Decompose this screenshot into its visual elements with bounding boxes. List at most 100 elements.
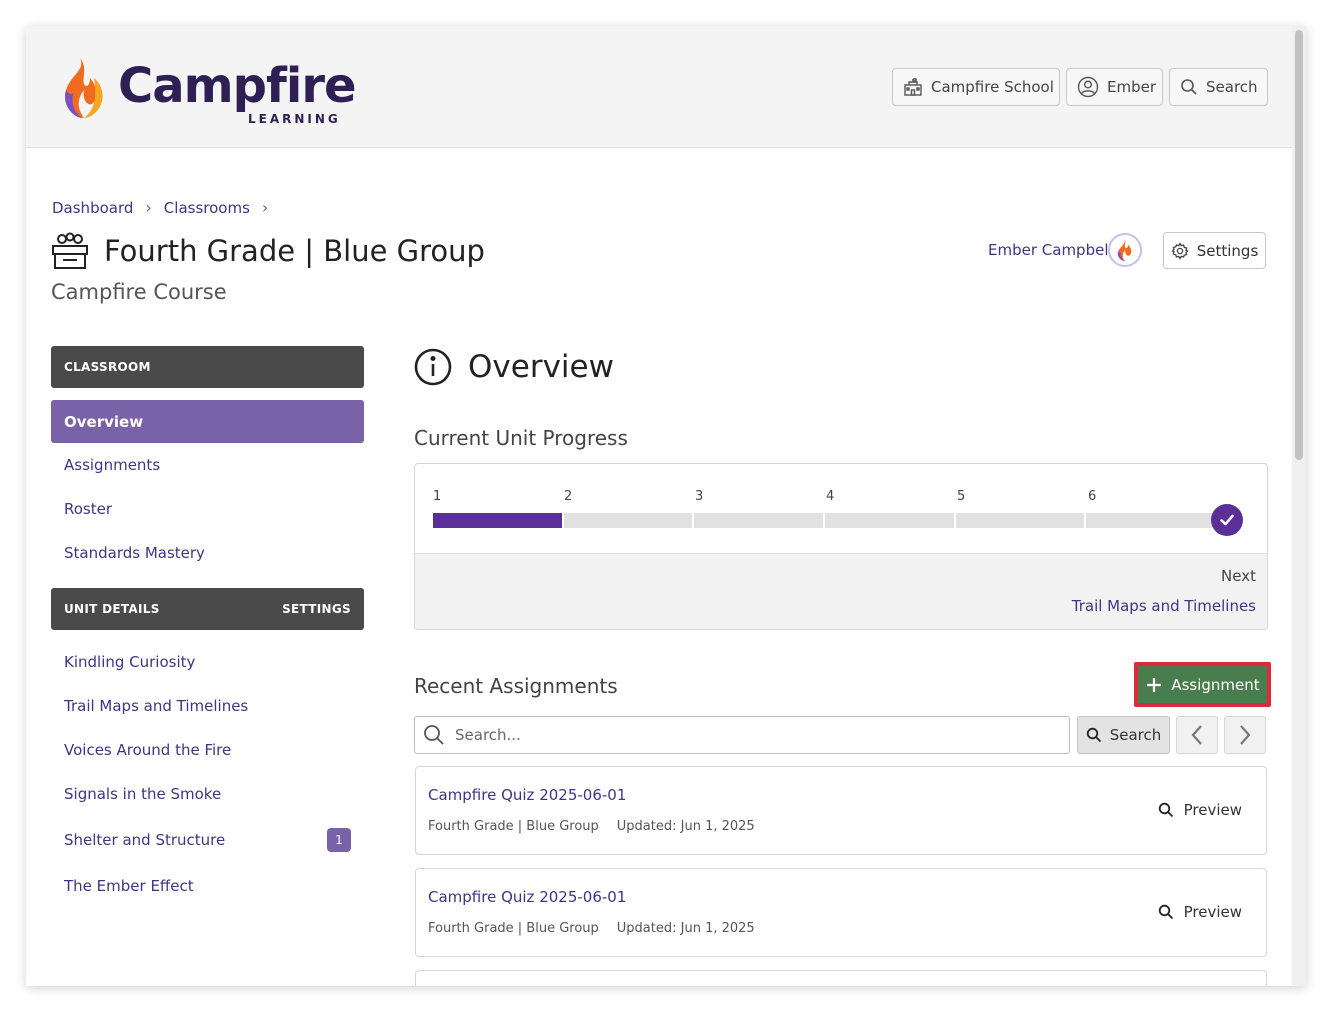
classroom-icon bbox=[52, 232, 88, 269]
assignment-meta: Fourth Grade | Blue Group Updated: Jun 1… bbox=[428, 819, 755, 834]
sidebar-item-assignments[interactable]: Assignments bbox=[51, 443, 364, 487]
search-icon bbox=[1158, 802, 1173, 818]
user-menu-label: Ember bbox=[1107, 78, 1157, 96]
chevron-right-icon: › bbox=[145, 198, 152, 217]
unit-label: Trail Maps and Timelines bbox=[64, 697, 249, 715]
school-button-label: Campfire School bbox=[931, 78, 1054, 96]
sidebar-item-roster[interactable]: Roster bbox=[51, 487, 364, 531]
progress-step: 1 bbox=[433, 489, 442, 504]
app-window: Campfire LEARNING Campfire School Ember … bbox=[26, 26, 1306, 986]
preview-label: Preview bbox=[1183, 903, 1242, 921]
unit-settings-link[interactable]: SETTINGS bbox=[282, 602, 351, 616]
recent-assignments-heading: Recent Assignments bbox=[414, 674, 618, 698]
progress-segment bbox=[563, 513, 693, 528]
chevron-right-icon: › bbox=[261, 198, 269, 217]
progress-segment bbox=[694, 513, 824, 528]
sidebar-classroom-title: CLASSROOM bbox=[64, 360, 151, 374]
header-search-button[interactable]: Search bbox=[1169, 68, 1268, 106]
progress-step: 4 bbox=[826, 489, 835, 504]
page-header: Fourth Grade | Blue Group bbox=[50, 232, 485, 270]
sidebar-unit-item[interactable]: Trail Maps and Timelines bbox=[51, 684, 364, 728]
settings-button[interactable]: Settings bbox=[1163, 232, 1266, 269]
assignment-title[interactable]: Campfire Quiz 2025-06-01 bbox=[428, 888, 626, 906]
user-circle-icon bbox=[1077, 76, 1099, 98]
progress-step: 6 bbox=[1088, 489, 1097, 504]
progress-complete-marker bbox=[1211, 504, 1243, 536]
progress-step: 2 bbox=[564, 489, 573, 504]
flame-avatar-icon bbox=[1117, 239, 1132, 261]
unit-label: Shelter and Structure bbox=[64, 831, 226, 849]
progress-segment bbox=[825, 513, 954, 528]
preview-button[interactable]: Preview bbox=[1158, 903, 1242, 921]
settings-label: Settings bbox=[1196, 241, 1259, 260]
search-icon bbox=[424, 725, 444, 745]
assignment-title[interactable]: Campfire Quiz 2025-06-01 bbox=[428, 786, 626, 804]
search-input[interactable] bbox=[455, 726, 1035, 744]
search-button-label: Search bbox=[1109, 726, 1162, 744]
search-icon bbox=[1181, 79, 1197, 95]
unit-label: Kindling Curiosity bbox=[64, 653, 196, 671]
overview-header: Overview bbox=[414, 348, 614, 386]
sidebar-unit-title: UNIT DETAILS bbox=[64, 602, 160, 616]
assignment-updated: Updated: Jun 1, 2025 bbox=[616, 819, 755, 834]
sidebar-item-label: Overview bbox=[64, 412, 144, 431]
search-icon bbox=[1086, 727, 1101, 743]
preview-button[interactable]: Preview bbox=[1158, 801, 1242, 819]
progress-step-numbers: 1 2 3 4 5 6 bbox=[433, 489, 1233, 507]
progress-segment bbox=[955, 513, 1085, 528]
logo-subtitle: LEARNING bbox=[248, 112, 341, 126]
gear-icon bbox=[1171, 241, 1189, 260]
sidebar-item-label: Standards Mastery bbox=[64, 544, 205, 562]
sidebar-unit-item[interactable]: Signals in the Smoke bbox=[51, 772, 364, 816]
assignment-search-field[interactable] bbox=[414, 716, 1070, 754]
page-title: Fourth Grade | Blue Group bbox=[104, 234, 485, 268]
sidebar-item-label: Assignments bbox=[64, 456, 161, 474]
teacher-name[interactable]: Ember Campbell bbox=[988, 241, 1113, 259]
assignment-card[interactable]: Campfire Quiz 2025-06-01 Fourth Grade | … bbox=[415, 868, 1267, 957]
breadcrumb: Dashboard › Classrooms › bbox=[52, 198, 268, 217]
chevron-left-icon bbox=[1191, 725, 1202, 745]
add-assignment-button[interactable]: Assignment bbox=[1134, 662, 1271, 707]
unit-progress-card: 1 2 3 4 5 6 Next Trail Maps and Timeline… bbox=[414, 463, 1268, 630]
sidebar-item-label: Roster bbox=[64, 500, 113, 518]
unit-label: The Ember Effect bbox=[64, 877, 194, 895]
sidebar-unit-header: UNIT DETAILS SETTINGS bbox=[51, 588, 364, 630]
progress-segment bbox=[1086, 513, 1216, 528]
next-label: Next bbox=[1221, 567, 1256, 585]
progress-step: 3 bbox=[695, 489, 704, 504]
next-unit-link[interactable]: Trail Maps and Timelines bbox=[1072, 597, 1256, 615]
search-button[interactable]: Search bbox=[1077, 716, 1170, 754]
plus-icon bbox=[1147, 677, 1162, 692]
unit-label: Voices Around the Fire bbox=[64, 741, 232, 759]
breadcrumb-classrooms[interactable]: Classrooms bbox=[164, 199, 250, 217]
progress-bar bbox=[433, 513, 1216, 528]
search-icon bbox=[1158, 904, 1173, 920]
school-button[interactable]: Campfire School bbox=[892, 68, 1060, 106]
user-menu-button[interactable]: Ember bbox=[1066, 68, 1163, 106]
school-icon bbox=[904, 78, 922, 96]
checkmark-icon bbox=[1220, 514, 1234, 526]
scrollbar-thumb[interactable] bbox=[1295, 30, 1303, 460]
assignment-card[interactable]: Campfire Quiz 2025-06-01 Fourth Grade | … bbox=[415, 766, 1267, 855]
sidebar-item-standards-mastery[interactable]: Standards Mastery bbox=[51, 531, 364, 575]
avatar[interactable] bbox=[1108, 233, 1142, 267]
chevron-right-icon bbox=[1240, 725, 1251, 745]
assignment-meta: Fourth Grade | Blue Group Updated: Jun 1… bbox=[428, 921, 755, 936]
preview-label: Preview bbox=[1183, 801, 1242, 819]
previous-page-button[interactable] bbox=[1176, 716, 1218, 754]
sidebar-unit-item[interactable]: The Ember Effect bbox=[51, 864, 364, 908]
sidebar-unit-item[interactable]: Shelter and Structure 1 bbox=[51, 816, 364, 864]
sidebar: CLASSROOM Overview Assignments Roster St… bbox=[51, 346, 364, 908]
assignment-group: Fourth Grade | Blue Group bbox=[428, 819, 599, 834]
assignment-group: Fourth Grade | Blue Group bbox=[428, 921, 599, 936]
sidebar-classroom-header: CLASSROOM bbox=[51, 346, 364, 388]
info-icon bbox=[414, 348, 452, 386]
sidebar-item-overview[interactable]: Overview bbox=[51, 400, 364, 443]
sidebar-unit-item[interactable]: Voices Around the Fire bbox=[51, 728, 364, 772]
sidebar-unit-item[interactable]: Kindling Curiosity bbox=[51, 640, 364, 684]
page-subtitle: Campfire Course bbox=[51, 280, 227, 304]
count-badge: 1 bbox=[327, 828, 351, 852]
breadcrumb-dashboard[interactable]: Dashboard bbox=[52, 199, 133, 217]
next-page-button[interactable] bbox=[1224, 716, 1266, 754]
assignment-card-partial[interactable] bbox=[415, 970, 1267, 986]
